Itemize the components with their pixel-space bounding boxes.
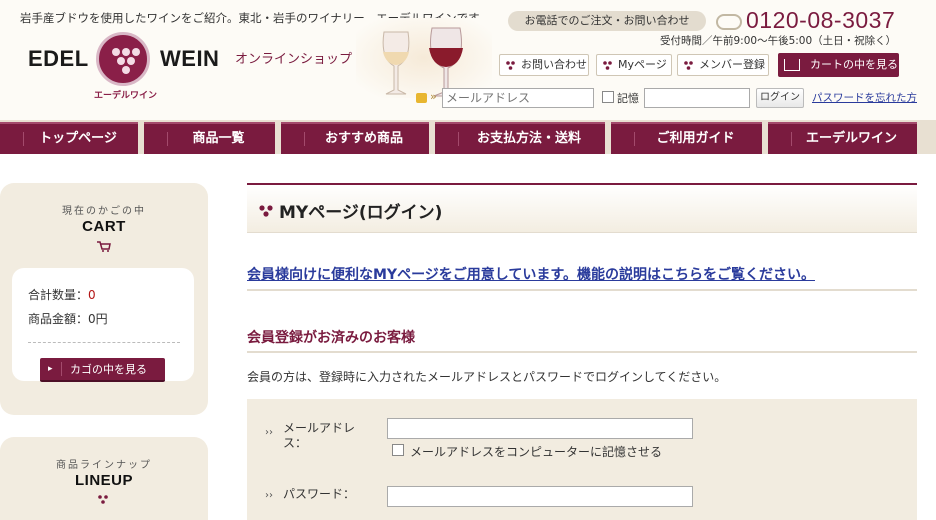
nav-item-label: お支払方法・送料 bbox=[476, 131, 581, 146]
logo-word-left: EDEL bbox=[28, 46, 89, 71]
grape-dots-icon bbox=[684, 61, 693, 70]
remember-email-checkbox[interactable] bbox=[392, 444, 404, 456]
marker-icon: ›› bbox=[265, 490, 273, 501]
arrow-right-icon: ▸ bbox=[48, 362, 62, 376]
nav-item-payment[interactable]: お支払方法・送料 bbox=[435, 122, 605, 154]
site-header: 岩手産ブドウを使用したワインをご紹介。東北・岩手のワイナリー、エーデルワインです… bbox=[0, 0, 936, 120]
total-qty-value: 0 bbox=[88, 288, 96, 302]
site-logo[interactable]: EDEL WEIN エーデルワイン bbox=[28, 32, 220, 101]
grape-dots-icon bbox=[259, 205, 273, 217]
main-nav: トップページ 商品一覧 おすすめ商品 お支払方法・送料 ご利用ガイド エーデルワ… bbox=[0, 120, 936, 154]
nav-item-label: 商品一覧 bbox=[192, 131, 245, 146]
grape-dots-icon bbox=[439, 132, 459, 146]
business-hours: 受付時間／午前9:00〜午後5:00（土日・祝除く） bbox=[660, 35, 897, 47]
nav-item-top[interactable]: トップページ bbox=[0, 122, 138, 154]
phone-number: 0120-08-3037 bbox=[716, 7, 916, 35]
divider bbox=[247, 289, 917, 291]
grape-dots-icon bbox=[603, 61, 612, 70]
arrow-icon: » bbox=[430, 90, 437, 103]
remember-checkbox[interactable] bbox=[602, 91, 614, 103]
nav-item-label: トップページ bbox=[39, 131, 117, 146]
login-description: 会員の方は、登録時に入力されたメールアドレスとパスワードでログインしてください。 bbox=[247, 370, 727, 384]
grape-dots-icon bbox=[615, 132, 635, 146]
view-cart-header-label: カートの中を見る bbox=[810, 58, 898, 71]
nav-item-label: おすすめ商品 bbox=[324, 131, 403, 146]
freedial-icon bbox=[716, 14, 742, 30]
mypage-info-link[interactable]: 会員様向けに便利なMYページをご用意しています。機能の説明はこちらをご覧ください… bbox=[247, 264, 815, 284]
nav-item-label: ご利用ガイド bbox=[656, 131, 735, 146]
header-password-input[interactable] bbox=[644, 88, 750, 108]
phone-order-pill: お電話でのご注文・お問い合わせ bbox=[508, 11, 706, 31]
nav-item-label: エーデルワイン bbox=[805, 131, 897, 146]
marker-icon: ›› bbox=[265, 427, 273, 438]
lock-icon bbox=[416, 93, 427, 103]
grape-dots-icon bbox=[285, 132, 305, 146]
mypage-button-label: Myページ bbox=[618, 58, 667, 71]
view-cart-sidebar-label: カゴの中を見る bbox=[70, 363, 147, 376]
logo-word-right: WEIN bbox=[160, 46, 220, 71]
nav-item-products[interactable]: 商品一覧 bbox=[144, 122, 275, 154]
cart-total-price: 商品金額：0円 bbox=[28, 312, 108, 326]
grape-dots-icon bbox=[4, 132, 24, 146]
header-login-button[interactable]: ログイン bbox=[756, 88, 804, 108]
view-cart-header-button[interactable]: カートの中を見る bbox=[778, 53, 899, 77]
cart-icon bbox=[784, 59, 800, 71]
view-cart-sidebar-button[interactable]: ▸ カゴの中を見る bbox=[40, 358, 165, 382]
email-label-line2: ス： bbox=[283, 436, 308, 450]
cart-small-icon bbox=[97, 241, 111, 252]
online-shop-label: オンラインショップ bbox=[235, 52, 353, 67]
divider bbox=[247, 351, 917, 353]
wine-glasses-image bbox=[356, 18, 492, 98]
page-title: MYページ(ログイン) bbox=[279, 203, 443, 223]
logo-small-text: エーデルワイン bbox=[94, 91, 158, 101]
mypage-button[interactable]: Myページ bbox=[596, 54, 672, 76]
cart-divider bbox=[28, 342, 180, 343]
remember-label: 記憶 bbox=[617, 92, 639, 105]
grape-dots-icon bbox=[772, 132, 792, 146]
member-register-button[interactable]: メンバー登録 bbox=[677, 54, 769, 76]
member-register-label: メンバー登録 bbox=[699, 58, 765, 71]
contact-button[interactable]: お問い合わせ bbox=[499, 54, 589, 76]
nav-item-recommended[interactable]: おすすめ商品 bbox=[281, 122, 429, 154]
email-field[interactable] bbox=[387, 418, 693, 439]
total-qty-label: 合計数量： bbox=[28, 288, 89, 302]
lineup-widget: 商品ラインナップ LINEUP bbox=[0, 437, 208, 520]
page-title-bar: MYページ(ログイン) bbox=[247, 183, 917, 233]
grape-emblem-icon bbox=[96, 32, 150, 86]
section-heading: 会員登録がお済みのお客様 bbox=[247, 330, 415, 346]
contact-button-label: お問い合わせ bbox=[521, 58, 587, 71]
lineup-title: LINEUP bbox=[74, 472, 133, 489]
grape-dots-icon bbox=[506, 61, 515, 70]
login-form: ›› メールアドレ ス： メールアドレスをコンピューターに記憶させる ›› パス… bbox=[247, 399, 917, 520]
forgot-password-link[interactable]: パスワードを忘れた方 bbox=[812, 90, 917, 105]
cart-title: CART bbox=[82, 218, 126, 235]
grape-dots-icon bbox=[148, 132, 168, 146]
cart-subtitle: 現在のかごの中 bbox=[62, 206, 146, 217]
password-label: パスワード： bbox=[283, 487, 356, 501]
phone-number-text: 0120-08-3037 bbox=[746, 7, 896, 33]
nav-item-edelwein[interactable]: エーデルワイン bbox=[768, 122, 917, 154]
lineup-subtitle: 商品ラインナップ bbox=[56, 460, 152, 471]
grape-dots-icon bbox=[98, 495, 108, 504]
header-login-form: » 記憶 ログイン パスワードを忘れた方 bbox=[414, 87, 917, 109]
cart-total-qty: 合計数量：0 bbox=[28, 286, 96, 303]
remember-email-label: メールアドレスをコンピューターに記憶させる bbox=[410, 445, 663, 459]
password-field[interactable] bbox=[387, 486, 693, 507]
header-email-input[interactable] bbox=[442, 88, 594, 108]
nav-item-guide[interactable]: ご利用ガイド bbox=[611, 122, 762, 154]
